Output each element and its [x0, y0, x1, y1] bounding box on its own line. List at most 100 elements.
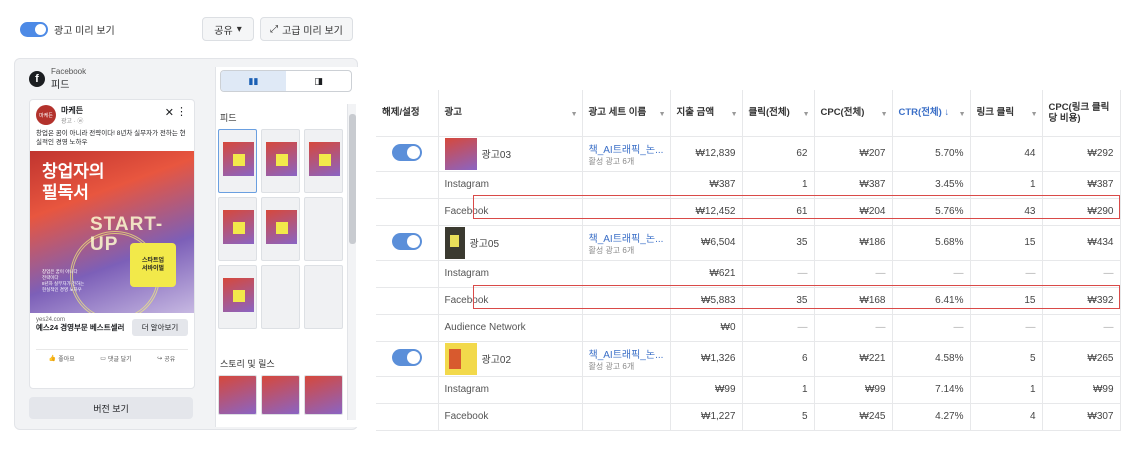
ad-name[interactable]: 광고03: [482, 146, 512, 161]
ctr-cell: —: [892, 314, 971, 342]
column-header-cpc-link[interactable]: CPC(링크 클릭당 비용): [1042, 90, 1121, 137]
column-header-link-clicks[interactable]: 링크 클릭 ▼: [970, 90, 1043, 137]
empty-cell: [582, 171, 671, 199]
spend-cell: ₩12,452: [670, 198, 743, 226]
link-clicks-cell: 15: [970, 225, 1043, 261]
comment-action[interactable]: ▭ 댓글 달기: [100, 354, 131, 363]
cpc-cell: ₩221: [814, 341, 893, 377]
ad-preview-panel: 광고 미리 보기 공유 ▾ ⤢ 고급 미리 보기 f Facebook 피드 마…: [0, 0, 362, 455]
ad-thumbnail: [444, 137, 477, 170]
adset-link[interactable]: 책_AI트래픽_논...: [589, 346, 664, 361]
ad-cell: 광고05: [438, 225, 583, 261]
sort-caret-icon: ▼: [802, 111, 810, 118]
feed-thumbnail[interactable]: [218, 265, 257, 329]
cpc-cell: —: [814, 314, 893, 342]
feed-thumbnail[interactable]: [261, 197, 300, 261]
adset-link[interactable]: 책_AI트래픽_논...: [589, 230, 664, 245]
table-row[interactable]: 광고03 책_AI트래픽_논... 활성 광고 6개 ₩12,839 62 ₩20…: [376, 136, 1121, 172]
cpc-link-cell: ₩265: [1042, 341, 1121, 377]
ad-name[interactable]: 광고02: [482, 351, 512, 366]
thumbs-up-icon: 👍: [48, 356, 57, 362]
link-clicks-cell: 44: [970, 136, 1043, 172]
grid-view-icon[interactable]: ▮▮: [221, 71, 286, 91]
ad-preview-toggle-label: 광고 미리 보기: [54, 26, 115, 37]
view-versions-button[interactable]: 버전 보기: [29, 397, 193, 419]
spend-cell: ₩387: [670, 171, 743, 199]
spend-cell: ₩6,504: [670, 225, 743, 261]
column-header-spend[interactable]: 지출 금액 ▼: [670, 90, 743, 137]
ad-footer: yes24.com 예스24 경영부문 베스트셀러 더 알아보기: [30, 313, 194, 345]
platform-cell: Instagram: [438, 260, 583, 288]
table-row: Facebook ₩5,883 35 ₩168 6.41% 15 ₩392: [376, 287, 1121, 315]
feed-thumbnail[interactable]: [304, 265, 343, 329]
clicks-cell: —: [742, 314, 815, 342]
column-header-clicks[interactable]: 클릭(전체) ▼: [742, 90, 815, 137]
ad-status-toggle[interactable]: [391, 232, 422, 250]
scrollbar-thumb[interactable]: [349, 114, 356, 244]
column-header-cpc[interactable]: CPC(전체) ▼: [814, 90, 893, 137]
close-icon[interactable]: ✕: [165, 106, 174, 119]
adset-meta: 활성 광고 6개: [588, 156, 635, 166]
feed-thumbnail[interactable]: [261, 265, 300, 329]
clicks-cell: 35: [742, 225, 815, 261]
advanced-preview-button[interactable]: ⤢ 고급 미리 보기: [260, 17, 353, 41]
clicks-cell: 35: [742, 287, 815, 315]
table-row[interactable]: 광고05 책_AI트래픽_논... 활성 광고 6개 ₩6,504 35 ₩186…: [376, 225, 1121, 261]
link-clicks-cell: 5: [970, 341, 1043, 377]
ad-preview-toggle-row[interactable]: 광고 미리 보기: [20, 22, 115, 37]
column-header-adset[interactable]: 광고 세트 이름 ▼: [582, 90, 671, 137]
spend-cell: ₩5,883: [670, 287, 743, 315]
feed-thumbnail[interactable]: [261, 129, 300, 193]
ad-name[interactable]: 광고05: [470, 235, 500, 250]
ctr-cell: 4.58%: [892, 341, 971, 377]
feed-thumbnail[interactable]: [218, 197, 257, 261]
cpc-link-cell: ₩387: [1042, 171, 1121, 199]
preview-scrollbar[interactable]: [347, 104, 356, 420]
sort-caret-icon: ▼: [570, 111, 578, 118]
cpc-cell: ₩204: [814, 198, 893, 226]
feed-thumbnail[interactable]: [304, 129, 343, 193]
adset-link[interactable]: 책_AI트래픽_논...: [589, 141, 664, 156]
column-header-toggle[interactable]: 해제/설정: [376, 90, 439, 137]
column-header-ad[interactable]: 광고 ▼: [438, 90, 583, 137]
platform-cell: Audience Network: [438, 314, 583, 342]
ad-image-caption: 창업은 꿈이 아니다 전략이다 8년차 실무자가 전하는 현실적인 경영 노하우: [42, 269, 85, 292]
story-section-label: 스토리 및 릴스: [220, 359, 275, 369]
table-row: Facebook ₩12,452 61 ₩204 5.76% 43 ₩290: [376, 198, 1121, 226]
comment-icon: ▭: [100, 356, 106, 362]
more-icon[interactable]: ⋮: [176, 105, 187, 118]
clicks-cell: —: [742, 260, 815, 288]
feed-thumbnail[interactable]: [218, 129, 257, 193]
cpc-cell: —: [814, 260, 893, 288]
advanced-preview-label: 고급 미리 보기: [282, 25, 343, 37]
platform-cell: Facebook: [438, 198, 583, 226]
single-view-icon[interactable]: ◨: [286, 71, 351, 91]
table-row: Instagram ₩387 1 ₩387 3.45% 1 ₩387: [376, 171, 1121, 199]
placement-header: f Facebook 피드: [29, 67, 86, 91]
empty-cell: [376, 403, 439, 431]
story-thumbnail[interactable]: [218, 375, 257, 415]
table-row[interactable]: 광고02 책_AI트래픽_논... 활성 광고 6개 ₩1,326 6 ₩221 …: [376, 341, 1121, 377]
learn-more-button[interactable]: 더 알아보기: [132, 319, 188, 336]
ad-preview-toggle[interactable]: [20, 22, 48, 37]
empty-cell: [376, 287, 439, 315]
share-button[interactable]: 공유 ▾: [202, 17, 254, 41]
cpc-link-cell: —: [1042, 260, 1121, 288]
like-label: 좋아요: [58, 357, 75, 363]
ctr-cell: 5.70%: [892, 136, 971, 172]
column-header-ctr[interactable]: CTR(전체) ↓ ▼: [892, 90, 971, 137]
ad-status-toggle[interactable]: [391, 143, 422, 161]
expand-icon: ⤢: [270, 23, 279, 35]
clicks-cell: 5: [742, 403, 815, 431]
story-thumbnail[interactable]: [261, 375, 300, 415]
link-clicks-cell: 1: [970, 171, 1043, 199]
ad-headline: 예스24 경영부문 베스트셀러: [36, 323, 125, 332]
story-thumbnail[interactable]: [304, 375, 343, 415]
feed-thumbnail[interactable]: [304, 197, 343, 261]
feed-thumbnail-grid: [218, 129, 343, 329]
sort-caret-icon: ▼: [730, 111, 738, 118]
spend-cell: ₩0: [670, 314, 743, 342]
ad-status-toggle[interactable]: [391, 348, 422, 366]
like-action[interactable]: 👍 좋아요: [49, 354, 75, 363]
share-action[interactable]: ↪ 공유: [157, 354, 175, 363]
